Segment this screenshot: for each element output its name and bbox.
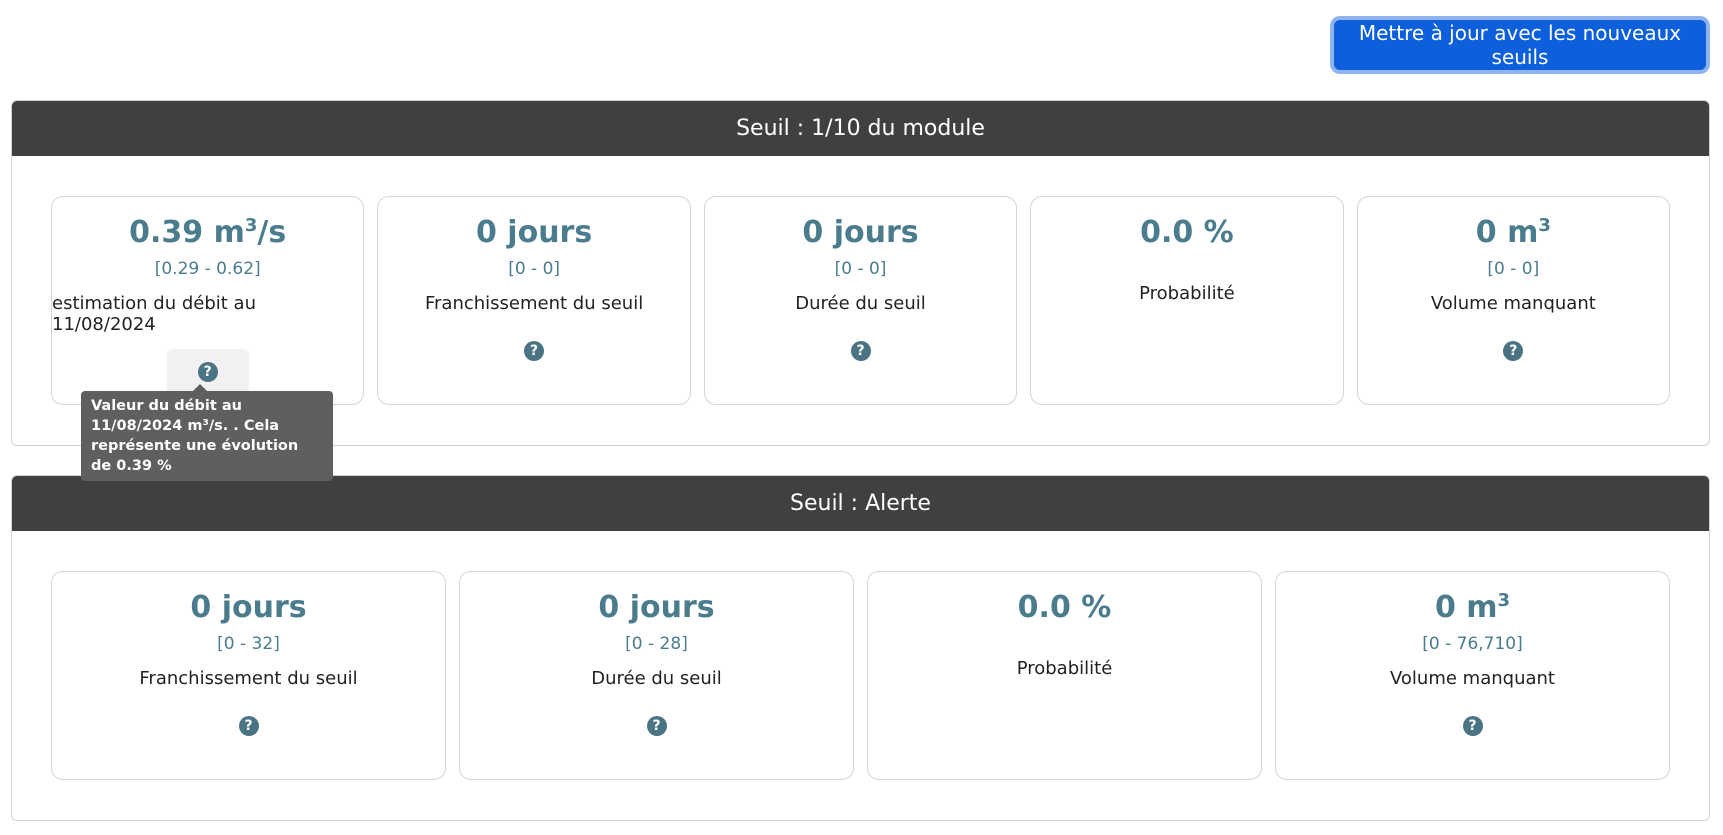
card-missing-volume: 0 m3 [0 - 76,710] Volume manquant ? [1275, 571, 1670, 780]
card-range: [0 - 32] [217, 634, 280, 654]
card-value: 0 jours [475, 215, 593, 250]
card-value: 0 jours [802, 215, 919, 250]
card-value: 0.0 % [1140, 215, 1234, 250]
question-icon[interactable]: ? [238, 716, 259, 736]
card-value: 0 m3 [1475, 215, 1551, 250]
card-threshold-crossing: 0 jours [0 - 32] Franchissement du seuil… [51, 571, 446, 780]
card-range: [0 - 76,710] [1422, 634, 1523, 654]
help-button[interactable]: ? [208, 703, 290, 749]
section-title: Seuil : 1/10 du module [12, 101, 1709, 156]
card-range: [0 - 0] [508, 259, 561, 279]
help-button[interactable]: ? [616, 703, 698, 749]
card-value: 0 jours [598, 590, 715, 625]
card-label: Volume manquant [1390, 668, 1555, 689]
question-icon[interactable]: ? [646, 716, 667, 736]
card-flow-estimate: 0.39 m3/s [0.29 - 0.62] estimation du dé… [51, 196, 365, 405]
card-label: Volume manquant [1430, 293, 1596, 314]
card-range: [0 - 0] [1487, 259, 1540, 279]
card-value: 0 m3 [1434, 590, 1511, 625]
help-button[interactable]: ? [1472, 328, 1554, 374]
card-label: Franchissement du seuil [139, 668, 358, 689]
help-button[interactable]: ? [820, 328, 902, 374]
card-probability: 0.0 % Probabilité [867, 571, 1262, 780]
section-alert: Seuil : Alerte 0 jours [0 - 32] Franchis… [11, 475, 1710, 821]
top-bar: Mettre à jour avec les nouveaux seuils [0, 0, 1723, 100]
card-value: 0 jours [190, 590, 307, 625]
card-range: [0 - 28] [625, 634, 688, 654]
card-missing-volume: 0 m3 [0 - 0] Volume manquant ? [1356, 196, 1671, 405]
card-label: Franchissement du seuil [424, 293, 644, 314]
card-row: 0 jours [0 - 32] Franchissement du seuil… [12, 531, 1709, 820]
card-label: Probabilité [1016, 658, 1113, 679]
help-button[interactable]: ? [166, 349, 249, 395]
card-value: 0.39 m3/s [129, 215, 287, 250]
question-icon[interactable]: ? [197, 362, 218, 382]
card-label: Probabilité [1139, 283, 1235, 304]
question-icon[interactable]: ? [524, 341, 545, 361]
help-button[interactable]: ? [1432, 703, 1514, 749]
question-icon[interactable]: ? [1503, 341, 1524, 361]
flow-tooltip: Valeur du débit au 11/08/2024 m³/s. . Ce… [81, 384, 333, 481]
question-icon[interactable]: ? [850, 341, 871, 361]
card-range: [0.29 - 0.62] [154, 259, 261, 279]
card-value: 0.0 % [1017, 590, 1112, 625]
section-title: Seuil : Alerte [12, 476, 1709, 531]
card-label: estimation du débit au 11/08/2024 [52, 293, 256, 335]
card-threshold-duration: 0 jours [0 - 0] Durée du seuil ? [703, 196, 1018, 405]
card-threshold-duration: 0 jours [0 - 28] Durée du seuil ? [459, 571, 854, 780]
question-icon[interactable]: ? [1462, 716, 1483, 736]
card-range: [0 - 0] [834, 259, 887, 279]
card-label: Durée du seuil [591, 668, 722, 689]
help-button[interactable]: ? [493, 328, 575, 374]
card-threshold-crossing: 0 jours [0 - 0] Franchissement du seuil … [377, 196, 691, 405]
update-thresholds-button[interactable]: Mettre à jour avec les nouveaux seuils [1334, 20, 1706, 70]
card-label: Durée du seuil [795, 293, 926, 314]
card-probability: 0.0 % Probabilité [1030, 196, 1344, 405]
